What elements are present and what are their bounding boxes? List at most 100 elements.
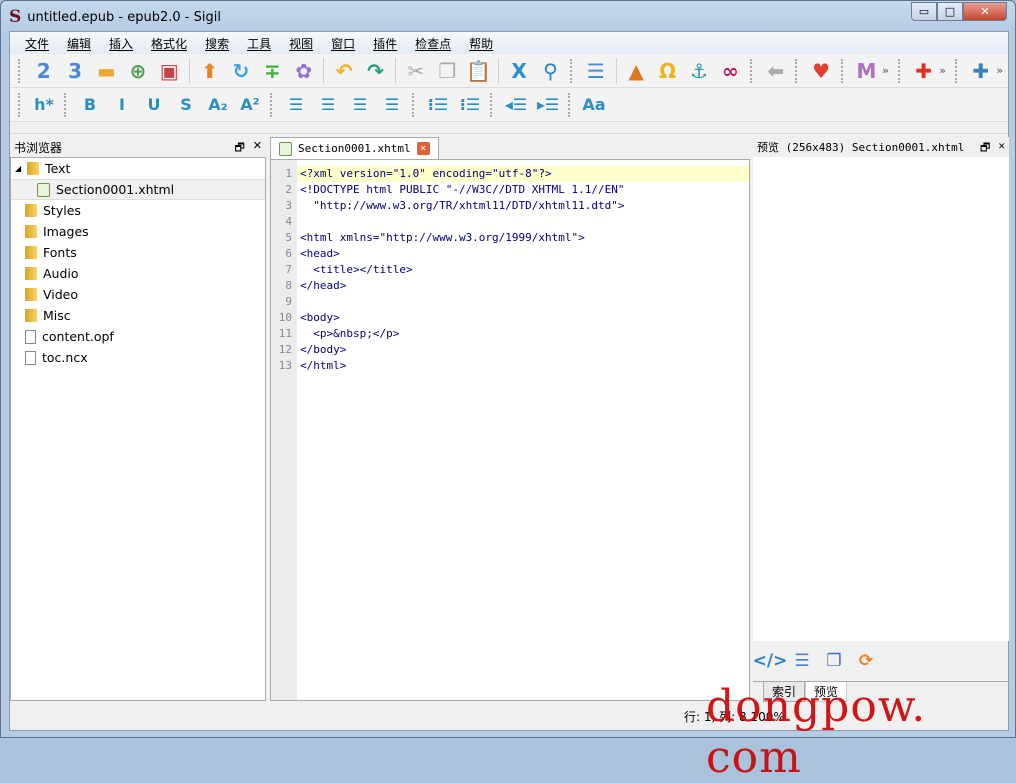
tab-close-icon[interactable]: ✕	[416, 142, 430, 155]
toolbar-overflow-button[interactable]: »	[939, 64, 951, 77]
up-arrow-icon[interactable]: ⬆	[194, 56, 225, 86]
menu-item[interactable]: 搜索	[196, 35, 238, 52]
tab-preview-1[interactable]: 预览	[805, 682, 848, 702]
bold-icon[interactable]: B	[74, 90, 106, 120]
paste-icon[interactable]: 📋	[463, 56, 494, 86]
add-section-2-icon[interactable]: 2	[28, 56, 59, 86]
maximize-button[interactable]: □	[937, 2, 963, 21]
toolbar-overflow-button[interactable]: »	[996, 64, 1008, 77]
code-text[interactable]: <?xml version="1.0" encoding="utf-8"?> <!…	[297, 160, 749, 700]
align-left-icon[interactable]: ☰	[280, 90, 312, 120]
code-line[interactable]: <body>	[297, 310, 749, 326]
copy-page-icon[interactable]: ❐	[822, 649, 846, 673]
undo-icon[interactable]: ↶	[328, 56, 359, 86]
heart-icon[interactable]: ♥	[805, 56, 836, 86]
plugin-1-icon[interactable]: ✚	[908, 56, 939, 86]
tree-item[interactable]: Section0001.xhtml	[11, 179, 265, 200]
omega-icon[interactable]: Ω	[652, 56, 683, 86]
tab-section0001[interactable]: Section0001.xhtml ✕	[270, 137, 439, 159]
menu-item[interactable]: 文件	[16, 35, 58, 52]
outdent-icon[interactable]: ◂☰	[500, 90, 532, 120]
close-button[interactable]: ✕	[963, 2, 1007, 21]
settings-icon[interactable]: ✿	[288, 56, 319, 86]
redo-icon[interactable]: ↷	[360, 56, 391, 86]
expand-arrow-icon[interactable]: ◢	[15, 164, 21, 173]
toolbar-grip[interactable]	[750, 58, 754, 83]
code-line[interactable]: </body>	[297, 342, 749, 358]
toolbar-grip[interactable]	[64, 92, 68, 117]
float-icon[interactable]: 🗗	[980, 139, 990, 158]
toolbar-overflow-button[interactable]: »	[882, 64, 894, 77]
toolbar-grip[interactable]	[570, 58, 574, 83]
text-case-icon[interactable]: Aa	[578, 90, 610, 120]
tree-item[interactable]: Fonts	[11, 242, 265, 263]
code-line[interactable]	[297, 294, 749, 310]
align-center-icon[interactable]: ☰	[312, 90, 344, 120]
toolbar-grip[interactable]	[270, 92, 274, 117]
link-icon[interactable]: ∞	[715, 56, 746, 86]
menu-item[interactable]: 格式化	[142, 35, 196, 52]
justify-icon[interactable]: ☰	[376, 90, 408, 120]
menu-item[interactable]: 视图	[280, 35, 322, 52]
tree-item[interactable]: Images	[11, 221, 265, 242]
code-line[interactable]: <html xmlns="http://www.w3.org/1999/xhtm…	[297, 230, 749, 246]
add-section-3-icon[interactable]: 3	[59, 56, 90, 86]
tree-item[interactable]: Audio	[11, 263, 265, 284]
menu-item[interactable]: 窗口	[322, 35, 364, 52]
minimize-button[interactable]: ▭	[911, 2, 937, 21]
toolbar-grip[interactable]	[18, 92, 22, 117]
menu-item[interactable]: 工具	[238, 35, 280, 52]
refresh-icon[interactable]: ⟳	[854, 649, 878, 673]
menu-item[interactable]: 编辑	[58, 35, 100, 52]
toolbar-grip[interactable]	[412, 92, 416, 117]
menu-item[interactable]: 插入	[100, 35, 142, 52]
code-line[interactable]: </head>	[297, 278, 749, 294]
copy-icon[interactable]: ❐	[432, 56, 463, 86]
cut-icon[interactable]: ✂	[400, 56, 431, 86]
menu-item[interactable]: 帮助	[460, 35, 502, 52]
tree-item[interactable]: Misc	[11, 305, 265, 326]
numbered-list-icon[interactable]: ⁝☰	[454, 90, 486, 120]
toolbar-grip[interactable]	[840, 58, 845, 83]
align-right-icon[interactable]: ☰	[344, 90, 376, 120]
m-plugin-icon[interactable]: M	[851, 56, 882, 86]
close-icon[interactable]: ✕	[998, 139, 1005, 158]
code-line[interactable]: <!DOCTYPE html PUBLIC "-//W3C//DTD XHTML…	[297, 182, 749, 198]
code-line[interactable]	[297, 214, 749, 230]
code-line[interactable]: <p>&nbsp;</p>	[297, 326, 749, 342]
toc-icon[interactable]: ☰	[580, 56, 611, 86]
underline-icon[interactable]: U	[138, 90, 170, 120]
menu-item[interactable]: 插件	[364, 35, 406, 52]
toolbar-grip[interactable]	[18, 58, 22, 83]
toolbar-grip[interactable]	[897, 58, 902, 83]
tree-item[interactable]: Styles	[11, 200, 265, 221]
back-arrow-icon[interactable]: ⬅	[760, 56, 791, 86]
code-line[interactable]: <?xml version="1.0" encoding="utf-8"?>	[297, 166, 749, 182]
italic-icon[interactable]: I	[106, 90, 138, 120]
toolbar-grip[interactable]	[568, 92, 572, 117]
search-icon[interactable]: ⚲	[535, 56, 566, 86]
close-icon[interactable]: ✕	[253, 139, 262, 158]
toolbar-grip[interactable]	[795, 58, 799, 83]
subscript-icon[interactable]: A₂	[202, 90, 234, 120]
code-line[interactable]: <title></title>	[297, 262, 749, 278]
bullet-list-icon[interactable]: ⁝☰	[422, 90, 454, 120]
split-icon[interactable]: ∓	[257, 56, 288, 86]
strikethrough-icon[interactable]: S	[170, 90, 202, 120]
refresh-icon[interactable]: ↻	[225, 56, 256, 86]
superscript-icon[interactable]: A²	[234, 90, 266, 120]
toolbar-grip[interactable]	[955, 58, 959, 83]
float-icon[interactable]: 🗗	[234, 139, 244, 158]
tree-item[interactable]: ◢ Text	[11, 158, 265, 179]
code-icon[interactable]: </>	[753, 649, 788, 673]
indent-icon[interactable]: ▸☰	[532, 90, 564, 120]
code-line[interactable]: </html>	[297, 358, 749, 374]
code-line[interactable]: "http://www.w3.org/TR/xhtml11/DTD/xhtml1…	[297, 198, 749, 214]
tree-item[interactable]: Video	[11, 284, 265, 305]
code-editor[interactable]: 1 2 3 4 5 6 7 8 9 10 11 12 13 <?xml version="1.0" en…	[270, 159, 750, 701]
tree-item[interactable]: toc.ncx	[11, 347, 265, 368]
add-file-icon[interactable]: ⊕	[122, 56, 153, 86]
open-folder-icon[interactable]: ▬	[91, 56, 122, 86]
x-tool-icon[interactable]: X	[503, 56, 534, 86]
image-icon[interactable]: ▲	[621, 56, 652, 86]
